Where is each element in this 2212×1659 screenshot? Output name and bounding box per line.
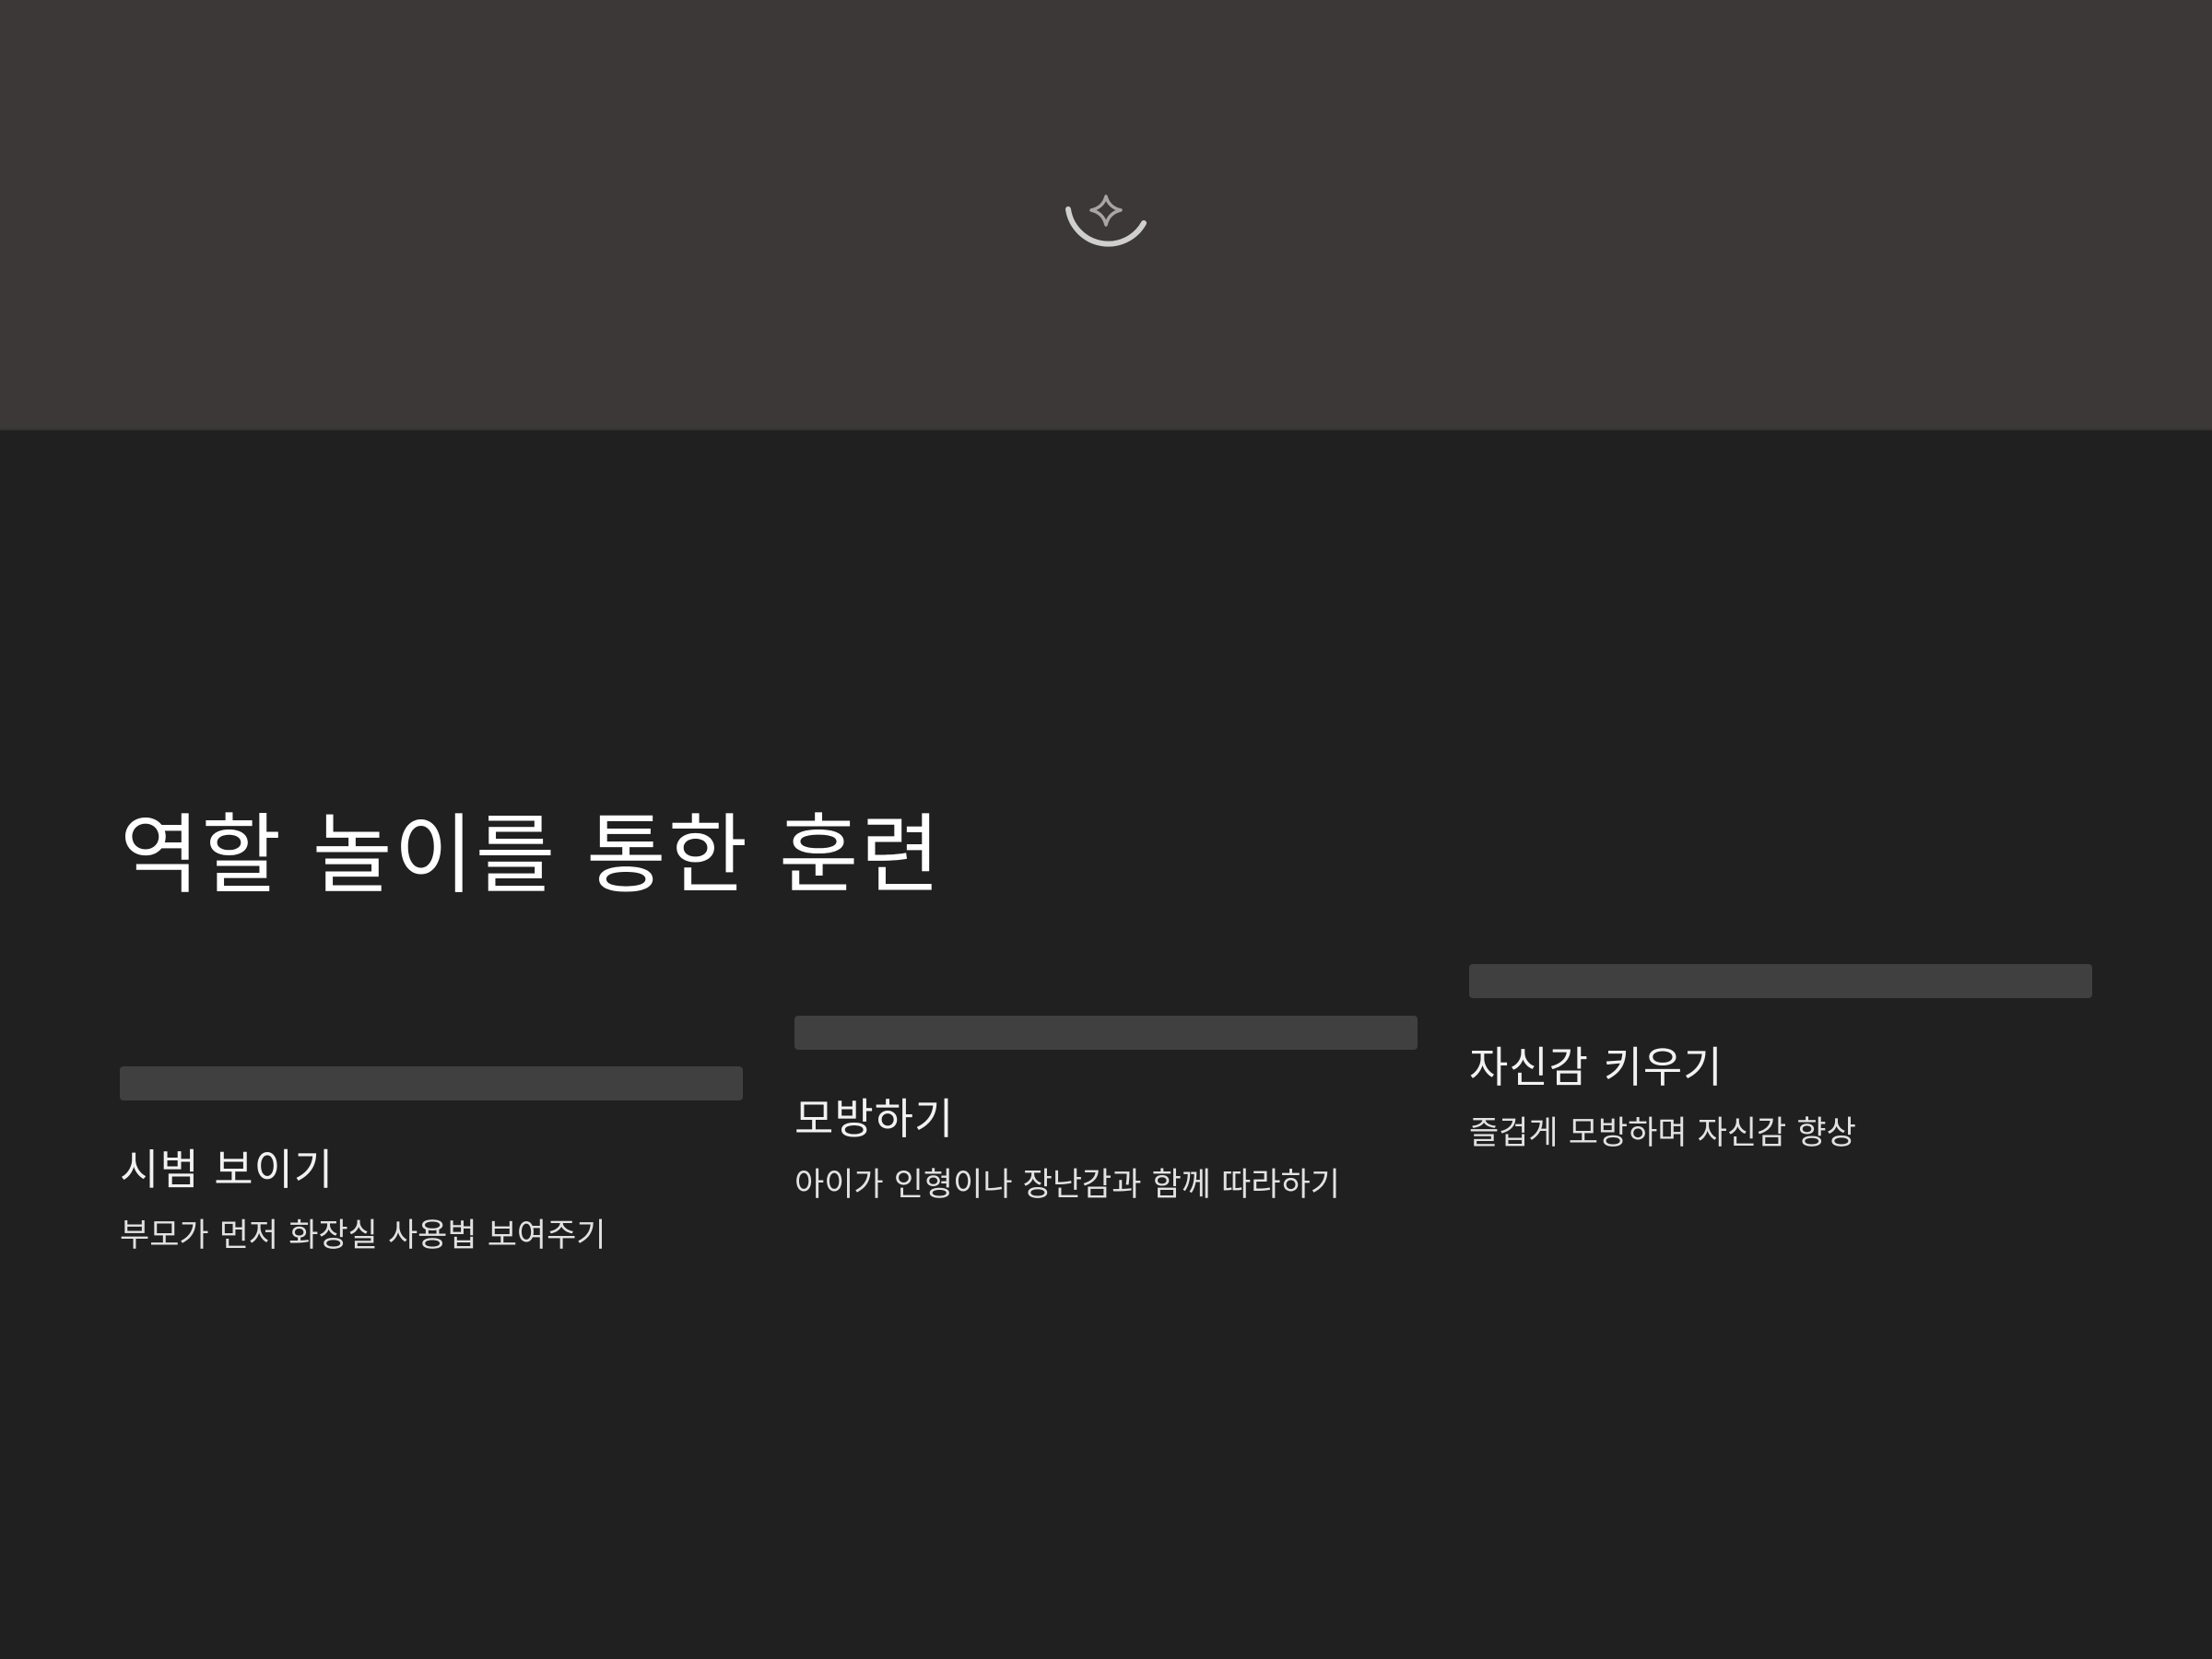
step-bar xyxy=(1469,964,2092,998)
slide-content: 역할 놀이를 통한 훈련 시범 보이기 부모가 먼저 화장실 사용법 보여주기 … xyxy=(0,430,2212,1659)
step-description: 아이가 인형이나 장난감과 함께 따라하기 xyxy=(794,1167,1340,1205)
step-card-modeling: 시범 보이기 부모가 먼저 화장실 사용법 보여주기 xyxy=(120,1066,743,1258)
step-card-confidence: 자신감 키우기 즐겁게 모방하며 자신감 향상 xyxy=(1469,964,2092,1156)
step-bar xyxy=(794,1016,1418,1050)
sparkle-loading-icon xyxy=(1065,194,1147,247)
step-heading: 자신감 키우기 xyxy=(1469,1042,1724,1092)
step-card-imitation: 모방하기 아이가 인형이나 장난감과 함께 따라하기 xyxy=(794,1016,1418,1207)
image-loading-panel xyxy=(0,0,2212,430)
step-description: 즐겁게 모방하며 자신감 향상 xyxy=(1469,1115,1856,1153)
step-heading: 시범 보이기 xyxy=(120,1145,335,1194)
slide-title: 역할 놀이를 통한 훈련 xyxy=(120,806,942,906)
step-bar xyxy=(120,1066,743,1100)
step-description: 부모가 먼저 화장실 사용법 보여주기 xyxy=(120,1218,606,1255)
step-heading: 모방하기 xyxy=(794,1094,955,1144)
